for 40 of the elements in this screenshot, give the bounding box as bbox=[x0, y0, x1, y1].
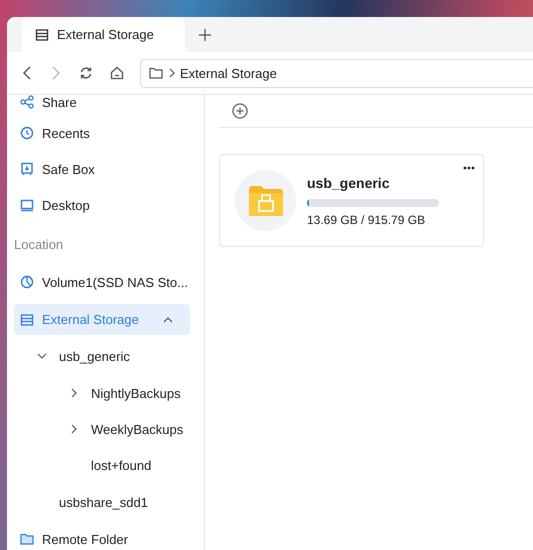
tree-item[interactable]: WeeklyBackups bbox=[14, 411, 190, 447]
chevron-right-icon[interactable] bbox=[69, 424, 79, 434]
sidebar-item[interactable]: Share bbox=[14, 95, 190, 115]
tree-item[interactable]: lost+found bbox=[14, 447, 190, 483]
usage-text: 13.69 GB / 915.79 GB bbox=[307, 212, 426, 226]
chevron-right-icon bbox=[168, 68, 176, 78]
add-icon[interactable] bbox=[232, 103, 248, 119]
breadcrumb-item[interactable]: External Storage bbox=[180, 66, 277, 80]
more-icon[interactable] bbox=[463, 166, 475, 170]
sidebar-item[interactable]: Recents bbox=[14, 115, 190, 151]
monitor-icon bbox=[20, 198, 34, 212]
chevron-right-icon[interactable] bbox=[69, 388, 79, 398]
folder-icon bbox=[149, 67, 163, 79]
storage-icon bbox=[20, 312, 34, 326]
drive-card[interactable]: usb_generic 13.69 GB / 915.79 GB bbox=[219, 154, 484, 247]
tree-item[interactable]: usb_generic bbox=[14, 337, 190, 375]
sidebar-item[interactable]: Remote Folder bbox=[14, 521, 190, 550]
clock-icon bbox=[20, 126, 34, 140]
tree-item[interactable]: NightlyBackups bbox=[14, 375, 190, 411]
address-bar[interactable]: External Storage bbox=[140, 58, 533, 88]
home-icon[interactable] bbox=[110, 66, 124, 80]
clock-icon bbox=[20, 275, 34, 289]
chevron-down-icon[interactable] bbox=[37, 351, 47, 361]
sidebar-item[interactable]: Volume1(SSD NAS Sto... bbox=[14, 264, 190, 300]
chevron-up-icon[interactable] bbox=[163, 314, 173, 324]
refresh-icon[interactable] bbox=[79, 66, 93, 80]
sidebar-item[interactable]: Safe Box bbox=[14, 151, 190, 187]
tab[interactable]: External Storage bbox=[22, 17, 185, 52]
share-icon bbox=[20, 95, 34, 109]
new-tab-icon[interactable] bbox=[198, 28, 212, 42]
usb-folder-icon bbox=[248, 184, 284, 216]
back-icon[interactable] bbox=[21, 65, 33, 81]
sidebar-item[interactable]: Desktop bbox=[14, 187, 190, 223]
section-heading: Location bbox=[14, 236, 64, 254]
sidebar-item[interactable]: External Storage bbox=[14, 304, 190, 335]
folder-icon bbox=[20, 532, 34, 546]
safe-icon bbox=[20, 162, 34, 176]
drive-name: usb_generic bbox=[307, 174, 390, 190]
tree-item[interactable]: usbshare_sdd1 bbox=[14, 483, 190, 521]
storage-icon bbox=[35, 28, 49, 42]
